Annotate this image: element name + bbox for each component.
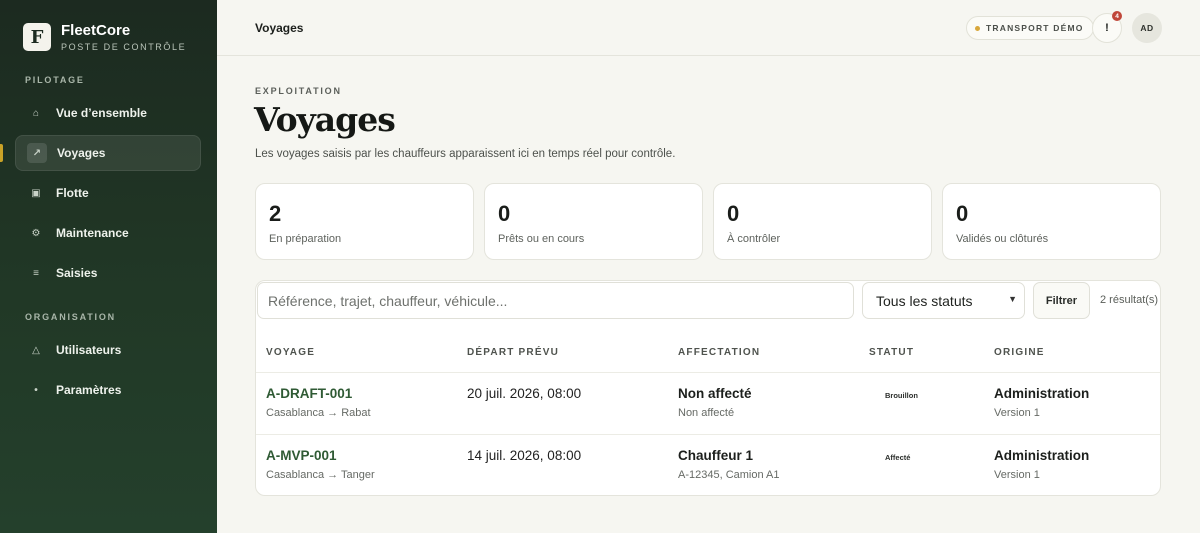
stat-card-valides-clotures: 0 Validés ou clôturés — [942, 183, 1161, 260]
stat-label: À contrôler — [727, 233, 781, 245]
voyage-ref-link[interactable]: A-DRAFT-001 — [266, 386, 352, 401]
voyage-ref-link[interactable]: A-MVP-001 — [266, 448, 337, 463]
stat-card-prets-en-cours: 0 Prêts ou en cours — [484, 183, 703, 260]
active-indicator — [0, 144, 3, 162]
stat-card-en-preparation: 2 En préparation — [255, 183, 474, 260]
sidebar-item-label: Maintenance — [56, 226, 129, 240]
notifications-button[interactable]: ! 4 — [1092, 11, 1122, 43]
voyage-route: Casablanca → Tanger — [266, 469, 375, 481]
square-icon: ▣ — [31, 187, 41, 199]
home-icon: ⌂ — [32, 107, 40, 119]
notification-count-badge: 4 — [1112, 11, 1122, 21]
list-icon: ≡ — [33, 267, 39, 279]
stat-value: 0 — [498, 201, 511, 226]
sidebar-item-label: Paramètres — [56, 383, 122, 397]
section-label-pilotage: PILOTAGE — [25, 75, 85, 85]
stat-label: En préparation — [269, 233, 342, 245]
sidebar-item-vue-ensemble[interactable]: ⌂ Vue d’ensemble — [15, 95, 201, 131]
column-header-origine[interactable]: ORIGINE — [994, 347, 1045, 358]
topbar-title: Voyages — [255, 21, 304, 35]
sidebar-item-label: Voyages — [57, 146, 106, 160]
brand-text: FleetCore POSTE DE CONTRÔLE — [61, 22, 186, 52]
brand[interactable]: F FleetCore POSTE DE CONTRÔLE — [23, 22, 186, 52]
page-subtitle: Les voyages saisis par les chauffeurs ap… — [255, 148, 676, 160]
result-count: 2 résultat(s) — [1100, 294, 1159, 306]
section-label-organisation: ORGANISATION — [25, 312, 116, 322]
sidebar-item-flotte[interactable]: ▣ Flotte — [15, 175, 201, 211]
table-row[interactable]: A-MVP-001 Casablanca → Tanger 14 juil. 2… — [256, 434, 1160, 495]
triangle-icon: △ — [32, 344, 40, 356]
brand-logo: F — [23, 23, 51, 51]
column-header-voyage[interactable]: VOYAGE — [266, 347, 315, 358]
dot-icon: • — [34, 384, 38, 396]
search-input[interactable] — [257, 282, 854, 319]
filter-button[interactable]: Filtrer — [1033, 282, 1090, 319]
sidebar-item-utilisateurs[interactable]: △ Utilisateurs — [15, 332, 201, 368]
gear-icon: ⚙ — [31, 227, 41, 239]
sidebar-item-label: Saisies — [56, 266, 98, 280]
origin-source: Administration — [994, 448, 1090, 463]
status-dot-icon — [975, 25, 980, 31]
origin-version: Version 1 — [994, 469, 1040, 481]
tenant-badge[interactable]: TRANSPORT DÉMO — [966, 16, 1094, 40]
sidebar-item-maintenance[interactable]: ⚙ Maintenance — [15, 215, 201, 251]
sidebar-item-label: Utilisateurs — [56, 343, 122, 357]
column-header-depart[interactable]: DÉPART PRÉVU — [467, 347, 559, 358]
alert-icon: ! — [1105, 22, 1109, 34]
voyage-route: Casablanca → Rabat — [266, 407, 371, 419]
sidebar: F FleetCore POSTE DE CONTRÔLE PILOTAGE ⌂… — [0, 0, 217, 533]
column-header-statut[interactable]: STATUT — [869, 347, 914, 358]
topbar: Voyages TRANSPORT DÉMO ! 4 AD — [217, 0, 1200, 56]
brand-name: FleetCore — [61, 22, 131, 39]
page-title: Voyages — [254, 100, 396, 139]
sidebar-item-voyages[interactable]: ↗ Voyages — [15, 135, 201, 171]
assignment-driver: Non affecté — [678, 386, 752, 401]
departure-time: 14 juil. 2026, 08:00 — [467, 448, 582, 463]
arrow-up-right-icon: ↗ — [27, 143, 47, 163]
sidebar-item-parametres[interactable]: • Paramètres — [15, 372, 201, 408]
sidebar-item-saisies[interactable]: ≡ Saisies — [15, 255, 201, 291]
page-eyebrow: EXPLOITATION — [255, 86, 342, 96]
stat-label: Validés ou clôturés — [956, 233, 1049, 245]
status-badge: Brouillon — [885, 391, 918, 400]
table-row[interactable]: A-DRAFT-001 Casablanca → Rabat 20 juil. … — [256, 372, 1160, 434]
stat-value: 0 — [727, 201, 740, 226]
chevron-down-icon: ▼ — [1008, 294, 1017, 304]
column-header-affectation[interactable]: AFFECTATION — [678, 347, 760, 358]
departure-time: 20 juil. 2026, 08:00 — [467, 386, 582, 401]
stat-label: Prêts ou en cours — [498, 233, 585, 245]
sidebar-item-label: Vue d’ensemble — [56, 106, 147, 120]
status-select[interactable]: Tous les statuts ▼ — [862, 282, 1025, 319]
status-badge: Affecté — [885, 453, 911, 462]
avatar[interactable]: AD — [1132, 13, 1162, 43]
stat-card-a-controler: 0 À contrôler — [713, 183, 932, 260]
stat-value: 2 — [269, 201, 282, 226]
assignment-vehicle: Non affecté — [678, 407, 735, 419]
tenant-badge-label: TRANSPORT DÉMO — [986, 23, 1084, 33]
stat-value: 0 — [956, 201, 969, 226]
brand-subtitle: POSTE DE CONTRÔLE — [61, 42, 187, 52]
origin-source: Administration — [994, 386, 1090, 401]
origin-version: Version 1 — [994, 407, 1040, 419]
status-select-value: Tous les statuts — [876, 292, 973, 309]
sidebar-item-label: Flotte — [56, 186, 89, 200]
voyages-panel: Tous les statuts ▼ Filtrer 2 résultat(s)… — [255, 280, 1161, 496]
assignment-driver: Chauffeur 1 — [678, 448, 754, 463]
assignment-vehicle: A-12345, Camion A1 — [678, 469, 780, 481]
